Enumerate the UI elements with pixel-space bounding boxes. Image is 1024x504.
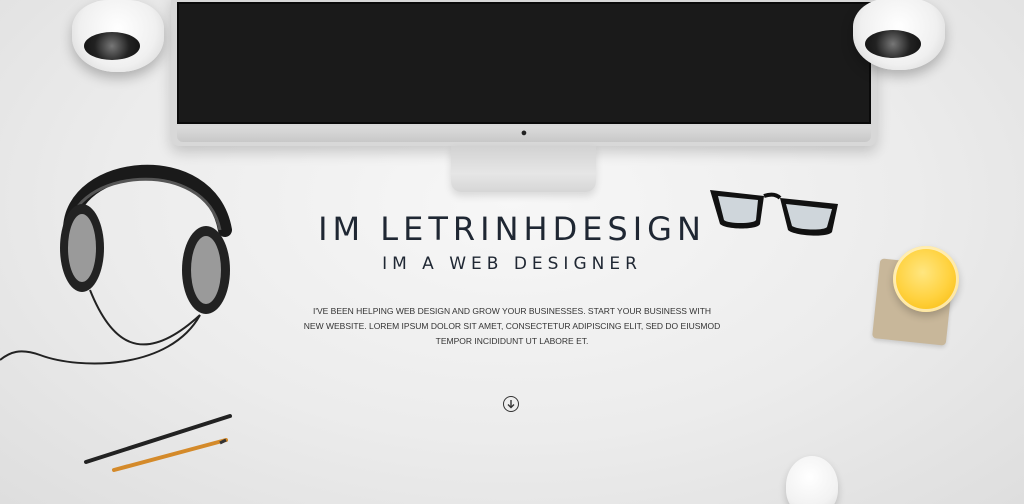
hero-description: I'VE BEEN HELPING WEB DESIGN AND GROW YO…	[303, 306, 721, 346]
speaker-cone	[865, 30, 921, 58]
hero-title: IM LETRINHDESIGN	[318, 210, 706, 248]
speaker-right	[853, 0, 945, 70]
mouse	[786, 456, 838, 504]
scroll-down-button[interactable]	[503, 396, 519, 412]
hero-subtitle: IM A WEB DESIGNER	[382, 254, 642, 274]
monitor-screen	[177, 2, 871, 124]
desk-scene: ● IM LETRINHDESIGN IM A WEB DESIGNER I'V…	[0, 0, 1024, 504]
speaker-cone	[84, 32, 140, 60]
hero-section: IM LETRINHDESIGN IM A WEB DESIGNER I'VE …	[0, 210, 1024, 349]
monitor-stand	[451, 146, 596, 192]
apple-logo-icon: ●	[520, 127, 528, 139]
arrow-down-circle-icon	[507, 400, 515, 409]
pencils-icon	[84, 414, 232, 472]
monitor: ●	[171, 0, 877, 146]
speaker-left	[72, 0, 164, 72]
